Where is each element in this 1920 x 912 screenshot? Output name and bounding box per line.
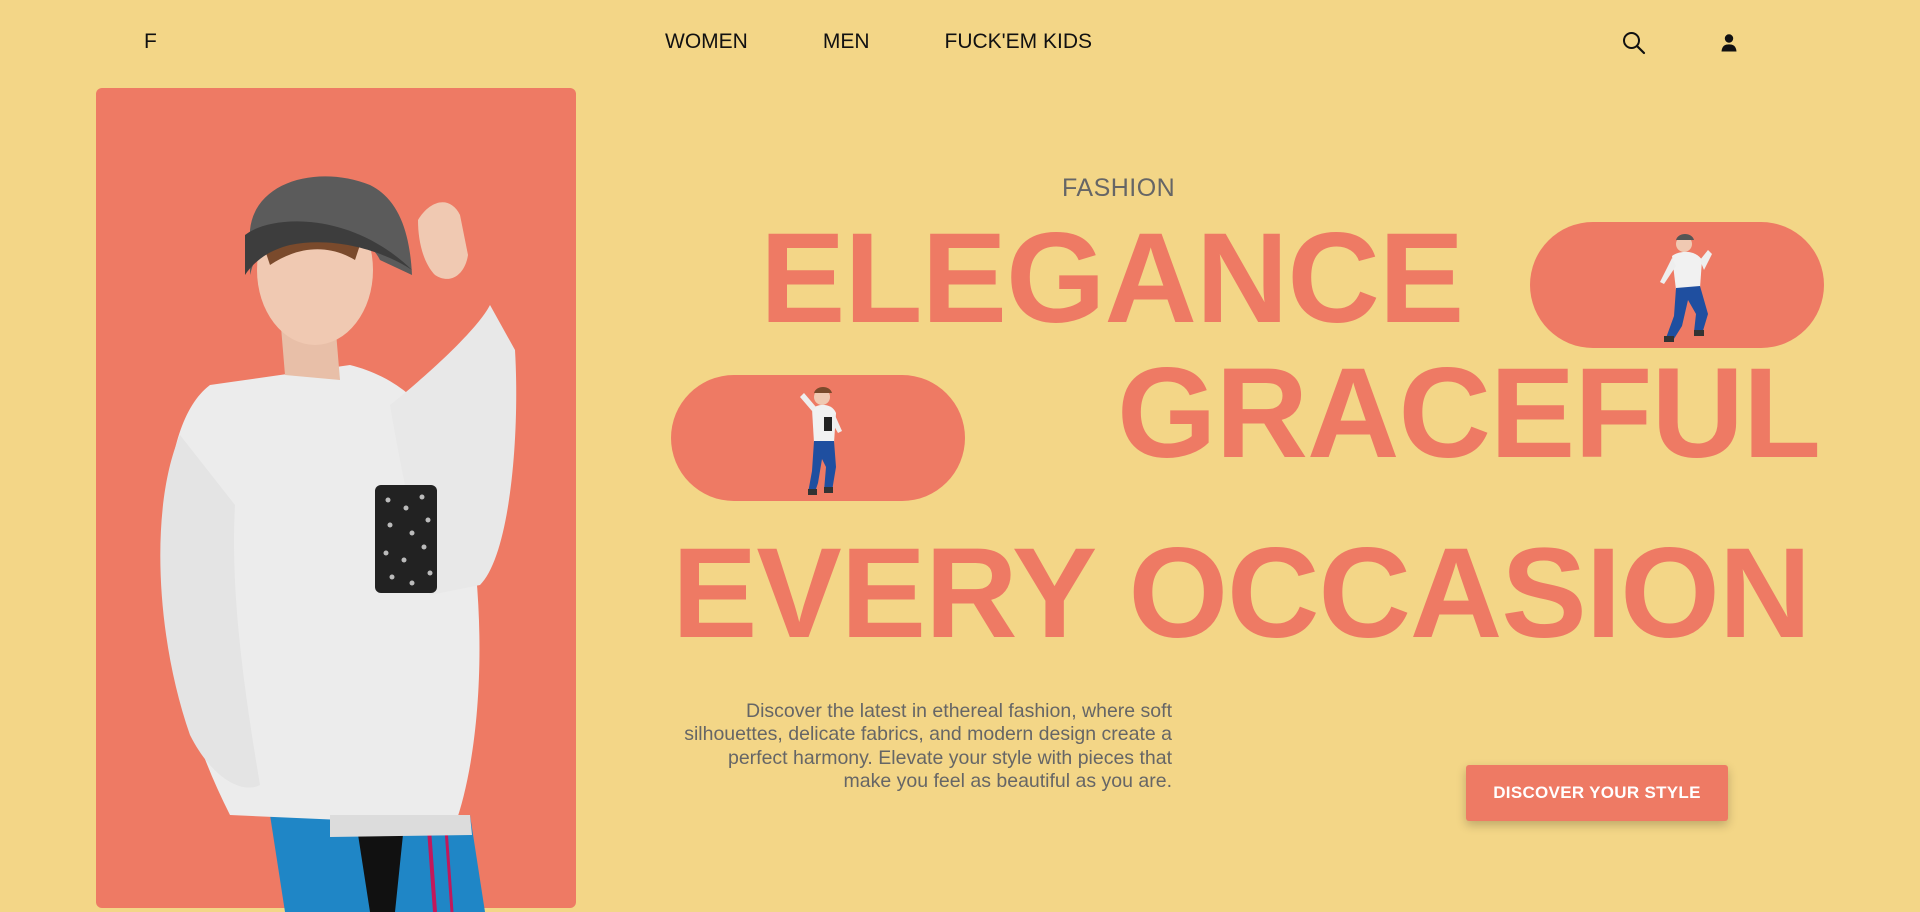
headline-line-1: ELEGANCE: [760, 207, 1464, 350]
jumping-model-image: [800, 387, 842, 495]
headline-pill-image: [1530, 222, 1824, 348]
headline-line-3: EVERY OCCASION: [672, 522, 1811, 665]
user-icon: [1721, 34, 1737, 52]
discover-style-button[interactable]: DISCOVER YOUR STYLE: [1466, 765, 1728, 821]
hero-eyebrow: FASHION: [1062, 174, 1176, 202]
nav-item-men[interactable]: MEN: [823, 30, 870, 54]
account-button[interactable]: [1716, 30, 1742, 56]
search-icon: [1623, 32, 1646, 55]
brand-logo[interactable]: F: [144, 30, 157, 54]
main-nav: WOMEN MEN FUCK'EM KIDS: [665, 30, 1092, 54]
search-button[interactable]: [1621, 30, 1647, 56]
hero-model-image: [160, 176, 517, 912]
nav-item-women[interactable]: WOMEN: [665, 30, 748, 54]
headline-pill-image: [671, 375, 965, 501]
nav-item-kids[interactable]: FUCK'EM KIDS: [945, 30, 1093, 54]
hero-description: Discover the latest in ethereal fashion,…: [684, 699, 1172, 793]
headline-line-2: GRACEFUL: [1117, 342, 1821, 485]
jumping-model-image: [1660, 234, 1712, 342]
